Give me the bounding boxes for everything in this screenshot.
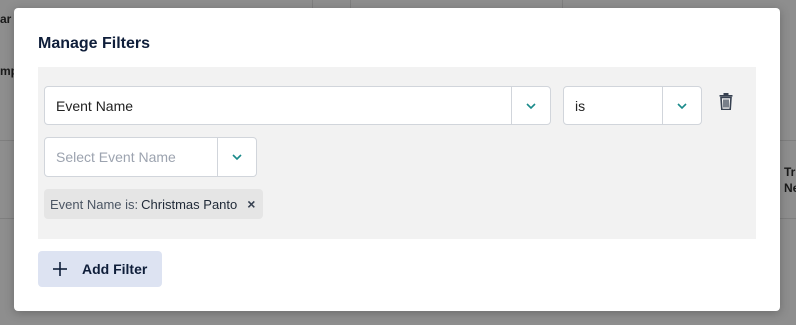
chip-key: Event Name is: xyxy=(50,196,139,212)
background-text: Ne xyxy=(784,181,796,195)
chevron-down-icon[interactable] xyxy=(217,138,256,176)
delete-filter-button[interactable] xyxy=(718,93,734,115)
filter-field-select[interactable]: Event Name xyxy=(44,86,551,125)
filter-operator-select[interactable]: is xyxy=(563,86,702,125)
filter-value-select[interactable]: Select Event Name xyxy=(44,137,257,177)
close-icon[interactable]: × xyxy=(247,196,255,212)
filter-operator-value: is xyxy=(575,97,586,114)
manage-filters-dialog: Manage Filters Event Name is Select Even… xyxy=(14,8,780,311)
filter-panel: Event Name is Select Event Name Event Na… xyxy=(38,67,756,239)
add-filter-label: Add Filter xyxy=(82,261,148,277)
background-text: Tr xyxy=(784,165,796,179)
plus-icon xyxy=(52,261,68,277)
dialog-title: Manage Filters xyxy=(38,35,151,52)
active-filter-chip: Event Name is: Christmas Panto × xyxy=(44,189,264,219)
chevron-down-icon[interactable] xyxy=(662,87,701,124)
filter-value-placeholder: Select Event Name xyxy=(56,149,176,165)
chip-value: Christmas Panto xyxy=(141,196,238,212)
chevron-down-icon[interactable] xyxy=(511,87,550,124)
add-filter-button[interactable]: Add Filter xyxy=(38,251,162,287)
filter-field-value: Event Name xyxy=(56,97,134,114)
background-text: ar xyxy=(0,12,12,26)
trash-icon xyxy=(719,93,733,115)
